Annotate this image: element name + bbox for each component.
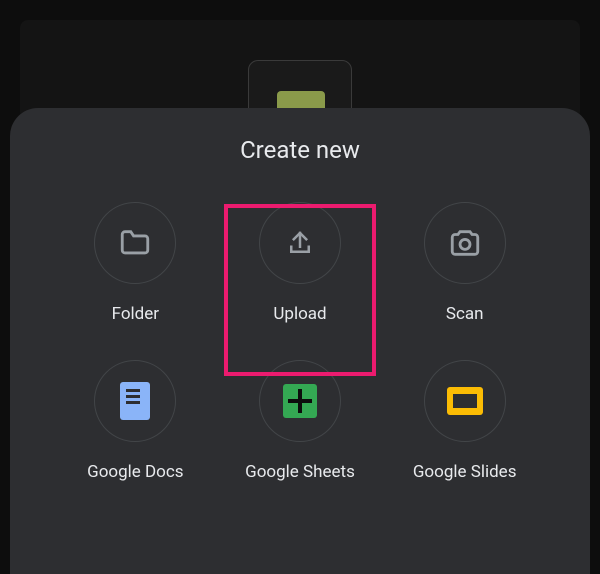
camera-icon — [424, 202, 506, 284]
google-sheets-icon — [259, 360, 341, 442]
google-sheets-label: Google Sheets — [245, 462, 355, 482]
google-docs-button[interactable]: Google Docs — [58, 354, 213, 488]
folder-button[interactable]: Folder — [58, 196, 213, 330]
google-slides-icon — [424, 360, 506, 442]
scan-button[interactable]: Scan — [387, 196, 542, 330]
sheet-title: Create new — [30, 136, 570, 164]
google-slides-button[interactable]: Google Slides — [387, 354, 542, 488]
google-sheets-button[interactable]: Google Sheets — [223, 354, 378, 488]
upload-icon — [259, 202, 341, 284]
folder-icon — [94, 202, 176, 284]
folder-label: Folder — [112, 304, 159, 324]
scan-label: Scan — [446, 304, 484, 324]
upload-label: Upload — [273, 304, 326, 324]
google-docs-label: Google Docs — [87, 462, 183, 482]
google-slides-label: Google Slides — [413, 462, 517, 482]
create-new-sheet: Create new Folder Upload — [10, 108, 590, 574]
action-grid: Folder Upload Scan — [30, 196, 570, 488]
google-docs-icon — [94, 360, 176, 442]
upload-button[interactable]: Upload — [223, 196, 378, 330]
